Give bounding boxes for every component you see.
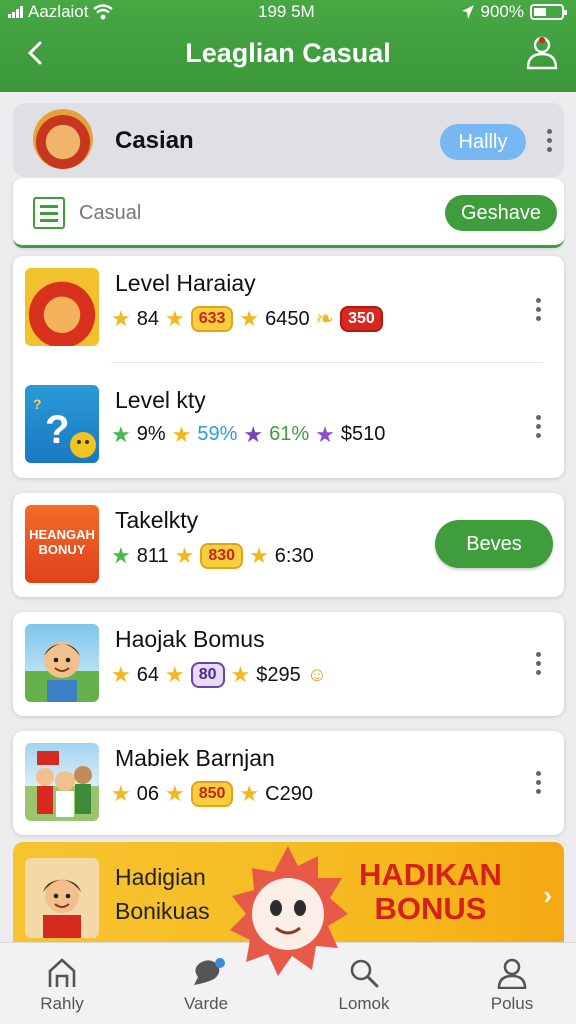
wifi-icon (93, 4, 114, 20)
star-icon: ★ (164, 662, 185, 687)
stat-value: $510 (340, 423, 386, 445)
star-icon: ★ (239, 306, 260, 331)
user-profile-icon (526, 36, 558, 70)
nav-item-rahly[interactable]: Rahly (2, 943, 122, 1024)
stat-value: 84 (136, 307, 159, 330)
coin-chip: 830 (200, 543, 244, 569)
stat-value: 811 (136, 544, 169, 567)
search-bar: Geshave (13, 178, 564, 248)
star-icon: ★ (243, 421, 264, 447)
battery-icon (530, 4, 567, 20)
leaf-icon: ❧ (315, 306, 335, 331)
star-icon: ★ (164, 306, 185, 331)
play-button[interactable]: Beves (435, 520, 553, 568)
stat-value: 9% (136, 423, 166, 445)
search-icon (350, 959, 379, 988)
app-header: Aazlaiot 199 5M 900% Leaglian Casual (0, 0, 576, 92)
coin-chip: 850 (190, 781, 234, 807)
banner-line: Hadigian (115, 864, 206, 890)
nav-label: Lomok (338, 994, 390, 1013)
more-options-icon[interactable] (528, 294, 548, 324)
stat-value: 59% (197, 423, 238, 445)
star-icon: ★ (171, 421, 192, 447)
search-input[interactable] (79, 198, 379, 228)
page-title: Leaglian Casual (185, 38, 391, 68)
more-options-icon[interactable] (539, 125, 559, 155)
stat-value: 6450 (265, 307, 310, 330)
game-card[interactable]: HEANGAH BONUY Takelkty ★ 811 ★ 830 ★ 6:3… (13, 493, 564, 597)
star-icon: ★ (230, 662, 251, 687)
nav-label: Varde (183, 994, 229, 1013)
star-icon: ★ (111, 421, 131, 447)
star-icon: ★ (111, 662, 131, 687)
signal-icon (8, 6, 23, 18)
game-thumbnail (25, 624, 99, 702)
more-options-icon[interactable] (528, 767, 548, 797)
star-icon: ★ (239, 781, 260, 806)
nav-label: Rahly (40, 994, 84, 1013)
star-icon: ★ (111, 781, 131, 806)
more-options-icon[interactable] (528, 411, 548, 441)
promo-headline: BONUS (374, 891, 487, 926)
game-thumbnail (25, 743, 99, 821)
promo-headline: HADIKAN (359, 857, 502, 892)
nav-item-polus[interactable]: Polus (452, 943, 572, 1024)
thumbnail-text: HEANGAH BONUY (29, 527, 95, 557)
clock: 199 5M (258, 2, 315, 21)
carrier-label: Aazlaiot (28, 2, 89, 21)
stat-value: 06 (136, 782, 159, 805)
svg-text:?: ? (33, 396, 42, 412)
gem-chip: 80 (190, 662, 225, 688)
location-icon (461, 5, 474, 19)
stat-value: $295 (256, 663, 301, 686)
game-card: Level Haraiay ★ 84 ★ 633 ★ 6450 ❧ 350 ??… (13, 256, 564, 478)
list-item[interactable]: Level Haraiay ★ 84 ★ 633 ★ 6450 ❧ 350 (13, 256, 564, 366)
game-thumbnail: HEANGAH BONUY (25, 505, 99, 583)
user-icon (497, 958, 527, 989)
game-title: Level kty (115, 387, 206, 413)
nav-label: Polus (490, 994, 534, 1013)
featured-name: Casian (115, 127, 194, 154)
star-icon: ★ (315, 421, 335, 447)
star-icon: ★ (111, 543, 131, 568)
chat-icon (194, 958, 225, 985)
divider (111, 362, 543, 363)
svg-text:?: ? (45, 408, 69, 452)
game-thumbnail: ?? (25, 385, 99, 463)
banner-thumbnail (25, 858, 99, 938)
stat-value: C290 (265, 782, 313, 805)
game-title: Level Haraiay (115, 270, 256, 296)
game-title: Haojak Bomus (115, 626, 265, 652)
coin-chip: 633 (190, 306, 234, 332)
star-icon: ★ (111, 306, 131, 331)
game-thumbnail (25, 268, 99, 346)
list-icon[interactable] (33, 197, 65, 229)
profile-button[interactable] (524, 34, 560, 70)
game-title: Mabiek Barnjan (115, 745, 275, 771)
game-title: Takelkty (115, 507, 199, 533)
featured-row[interactable]: Casian Hallly (13, 103, 564, 177)
star-icon: ★ (174, 543, 195, 568)
list-item[interactable]: ?? Level kty ★ 9% ★ 59% ★ 61% ★ $510 (13, 373, 564, 483)
star-icon: ★ (164, 781, 185, 806)
mascot-character (230, 846, 348, 976)
stat-value: 64 (136, 663, 159, 686)
featured-badge-button[interactable]: Hallly (440, 124, 526, 160)
search-submit-button[interactable]: Geshave (445, 195, 557, 231)
battery-percent: 900% (480, 2, 524, 21)
avatar (33, 109, 93, 169)
stat-value: 6:30 (274, 544, 314, 567)
more-options-icon[interactable] (528, 648, 548, 678)
stat-value: 61% (269, 423, 310, 445)
status-bar: Aazlaiot 199 5M 900% (0, 0, 576, 24)
home-icon (48, 958, 76, 987)
smiley-icon: ☺ (306, 663, 328, 686)
banner-line: Bonikuas (115, 898, 210, 924)
chevron-right-icon[interactable]: › (543, 880, 552, 911)
game-card[interactable]: Haojak Bomus ★ 64 ★ 80 ★ $295 ☺ (13, 612, 564, 716)
game-card[interactable]: Mabiek Barnjan ★ 06 ★ 850 ★ C290 (13, 731, 564, 835)
score-chip: 350 (340, 306, 383, 332)
star-icon: ★ (249, 543, 269, 568)
